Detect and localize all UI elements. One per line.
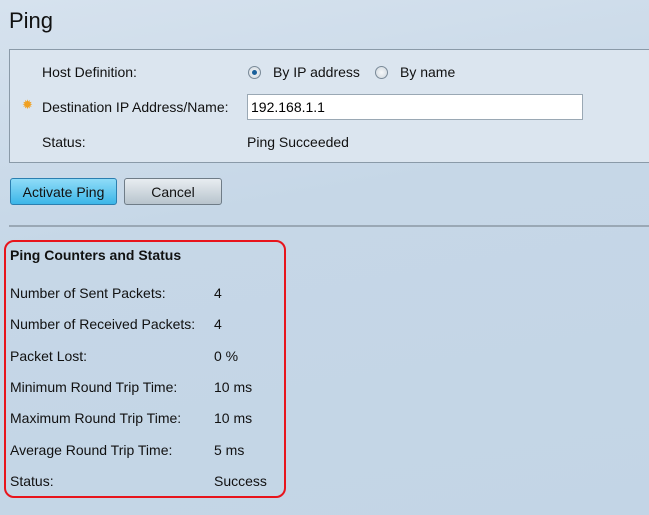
- activate-ping-button[interactable]: Activate Ping: [10, 178, 117, 205]
- destination-input[interactable]: [247, 94, 583, 120]
- status-value: Ping Succeeded: [247, 134, 349, 150]
- cancel-button[interactable]: Cancel: [124, 178, 222, 205]
- required-icon: ✹: [22, 97, 33, 112]
- counter-label: Packet Lost:: [10, 347, 88, 364]
- counter-label: Number of Sent Packets:: [10, 285, 166, 301]
- counter-label: Status:: [10, 472, 54, 489]
- counters-highlight-box: [4, 240, 286, 498]
- by-ip-label[interactable]: By IP address: [273, 64, 360, 80]
- counter-label: Average Round Trip Time:: [10, 441, 173, 458]
- counter-value: 0 %: [214, 347, 239, 364]
- counter-label: Minimum Round Trip Time:: [10, 378, 178, 395]
- page-title: Ping: [9, 8, 54, 33]
- by-name-label[interactable]: By name: [400, 64, 455, 80]
- radio-by-name[interactable]: [375, 66, 388, 79]
- counter-value: 10 ms: [214, 410, 253, 427]
- counter-value: 4: [214, 285, 222, 301]
- counter-label: Maximum Round Trip Time:: [10, 410, 182, 427]
- status-label: Status:: [42, 134, 86, 150]
- host-definition-label: Host Definition:: [42, 64, 137, 80]
- radio-by-ip[interactable]: [248, 66, 261, 79]
- divider: [9, 225, 649, 227]
- counter-value: 4: [214, 316, 222, 333]
- counter-value: 5 ms: [214, 441, 245, 458]
- counter-value: Success: [214, 472, 267, 489]
- counter-value: 10 ms: [214, 378, 253, 395]
- counters-title: Ping Counters and Status: [10, 247, 182, 263]
- destination-label: Destination IP Address/Name:: [42, 99, 229, 115]
- counter-label: Number of Received Packets:: [10, 316, 196, 333]
